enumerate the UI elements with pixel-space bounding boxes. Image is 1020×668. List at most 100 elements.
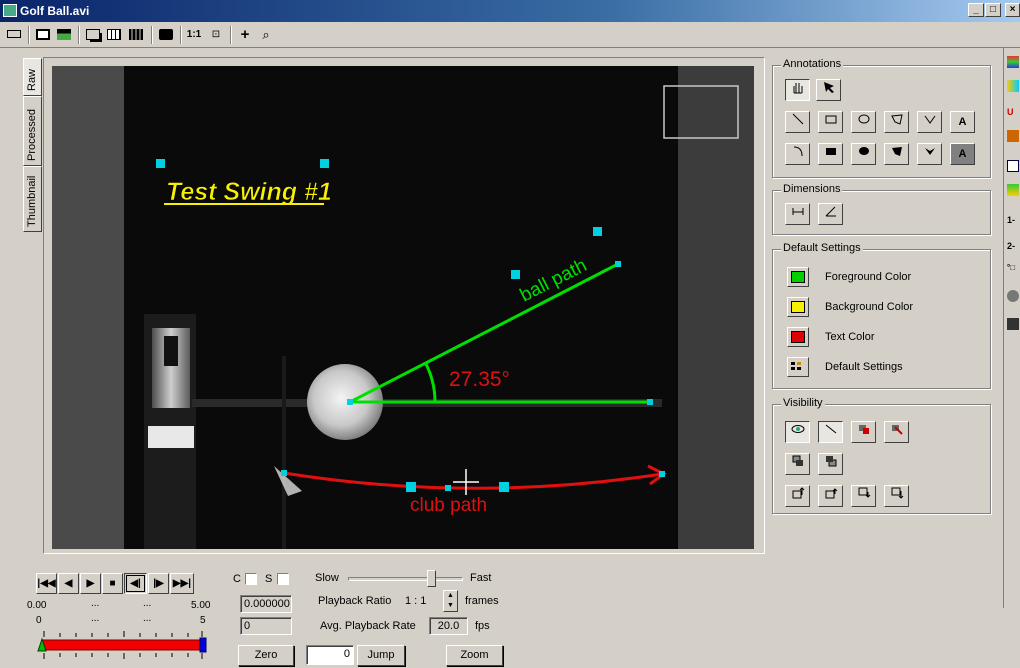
show-layer-toggle[interactable] [851,421,876,443]
show-annotations-toggle[interactable] [785,421,810,443]
annotations-group: Annotations A A [772,58,991,178]
time-field[interactable]: 0.000000 [240,595,292,613]
polyline-tool[interactable] [917,111,942,133]
close-button[interactable]: × [1005,3,1020,17]
reverse-step-button[interactable]: ◀| [124,573,147,594]
video-view[interactable]: 27.35° ball path club path Test Swing #1 [52,66,754,549]
filled-polyline-tool[interactable] [917,143,942,165]
arrow-select-tool[interactable] [816,79,841,101]
move-down-button[interactable] [851,485,876,507]
measure-angle-tool[interactable] [818,203,843,225]
measure-distance-tool[interactable] [785,203,810,225]
rectangle-tool[interactable] [818,111,843,133]
zero-button[interactable]: Zero [238,645,294,666]
speed-slider-track[interactable] [348,577,463,581]
handle[interactable] [281,470,287,476]
filled-polyline-icon [924,148,935,155]
handle[interactable] [647,399,653,405]
keyboard-icon[interactable] [4,26,24,44]
send-backward-button[interactable] [818,453,843,475]
layers-icon[interactable] [1007,130,1019,142]
node-icon[interactable]: °□ [1007,262,1019,274]
tab-thumbnail[interactable]: Thumbnail [23,166,42,232]
handle[interactable] [347,399,353,405]
chart-icon[interactable] [1007,184,1019,196]
handle[interactable] [593,227,602,236]
record-icon[interactable] [1007,290,1019,302]
last-frame-button[interactable]: ▶▶| [170,573,194,594]
move-down-icon [858,487,870,498]
club-path-label[interactable]: club path [410,495,487,516]
video-frame-icon[interactable] [33,26,53,44]
bring-forward-button[interactable] [785,453,810,475]
play-button[interactable]: ▶ [80,573,101,594]
visibility-group: Visibility [772,397,991,514]
image-icon[interactable] [54,26,74,44]
step-back-button[interactable]: ◀ [58,573,79,594]
test-swing-title[interactable]: Test Swing #1 [166,178,332,207]
forward-step-button[interactable]: |▶ [148,573,169,594]
fit-to-window-icon[interactable]: ⊡ [206,26,226,44]
tab-raw[interactable]: Raw [23,58,42,96]
c-checkbox[interactable] [245,573,257,585]
timeline-slider[interactable] [36,629,210,661]
filled-ellipse-tool[interactable] [851,143,876,165]
move-to-top-button[interactable] [785,485,810,507]
handle[interactable] [615,261,621,267]
grid-icon[interactable] [104,26,124,44]
tool-icon[interactable] [1007,80,1019,92]
magnifier-icon[interactable]: ⌕ [256,26,276,44]
stop-button[interactable]: ■ [102,573,123,594]
maximize-button[interactable]: □ [985,3,1001,17]
minimize-button[interactable]: _ [968,3,984,17]
handle[interactable] [659,471,665,477]
zoom-1to1-button[interactable]: 1:1 [184,26,204,44]
handle[interactable] [406,482,416,492]
hide-layer-toggle[interactable] [884,421,909,443]
tab-processed[interactable]: Processed [23,96,42,166]
show-lines-toggle[interactable] [818,421,843,443]
crosshair-icon[interactable]: + [235,26,255,44]
polygon-tool[interactable] [884,111,909,133]
angle-label[interactable]: 27.35° [449,368,510,391]
select-hand-tool[interactable] [785,79,810,101]
filled-rectangle-tool[interactable] [818,143,843,165]
film-strip-icon[interactable] [126,26,146,44]
jump-frame-input[interactable]: 0 [306,645,354,665]
c-label: C [233,573,241,585]
step-1-label[interactable]: 1- [1007,214,1019,226]
text-color-swatch[interactable] [787,327,809,347]
cascade-icon[interactable] [83,26,103,44]
zoom-button[interactable]: Zoom [446,645,503,666]
handle[interactable] [511,270,520,279]
frame-field[interactable]: 0 [240,617,292,635]
handle[interactable] [445,485,451,491]
handle[interactable] [156,159,165,168]
first-frame-button[interactable]: |◀◀ [36,573,57,594]
line-tool[interactable] [785,111,810,133]
document-icon[interactable] [1007,160,1019,172]
move-to-bottom-button[interactable] [884,485,909,507]
filled-text-tool[interactable]: A [950,143,975,165]
text-tool[interactable]: A [950,111,975,133]
default-settings-button[interactable] [787,357,809,377]
capture-icon[interactable] [156,26,176,44]
playback-ratio-spinner[interactable]: ▲ ▼ [443,590,458,612]
camera-icon[interactable] [1007,318,1019,330]
s-checkbox[interactable] [277,573,289,585]
move-up-button[interactable] [818,485,843,507]
handle[interactable] [499,482,509,492]
background-color-swatch[interactable] [787,297,809,317]
speed-slider-thumb[interactable] [426,570,436,587]
eye-icon [791,425,804,433]
magnet-icon[interactable]: U [1007,106,1019,118]
palette-icon[interactable] [1007,56,1019,68]
handle[interactable] [320,159,329,168]
arc-tool[interactable] [785,143,810,165]
step-2-label[interactable]: 2- [1007,240,1019,252]
foreground-color-swatch[interactable] [787,267,809,287]
ellipse-icon [858,114,869,124]
jump-button[interactable]: Jump [357,645,405,666]
ellipse-tool[interactable] [851,111,876,133]
filled-polygon-tool[interactable] [884,143,909,165]
